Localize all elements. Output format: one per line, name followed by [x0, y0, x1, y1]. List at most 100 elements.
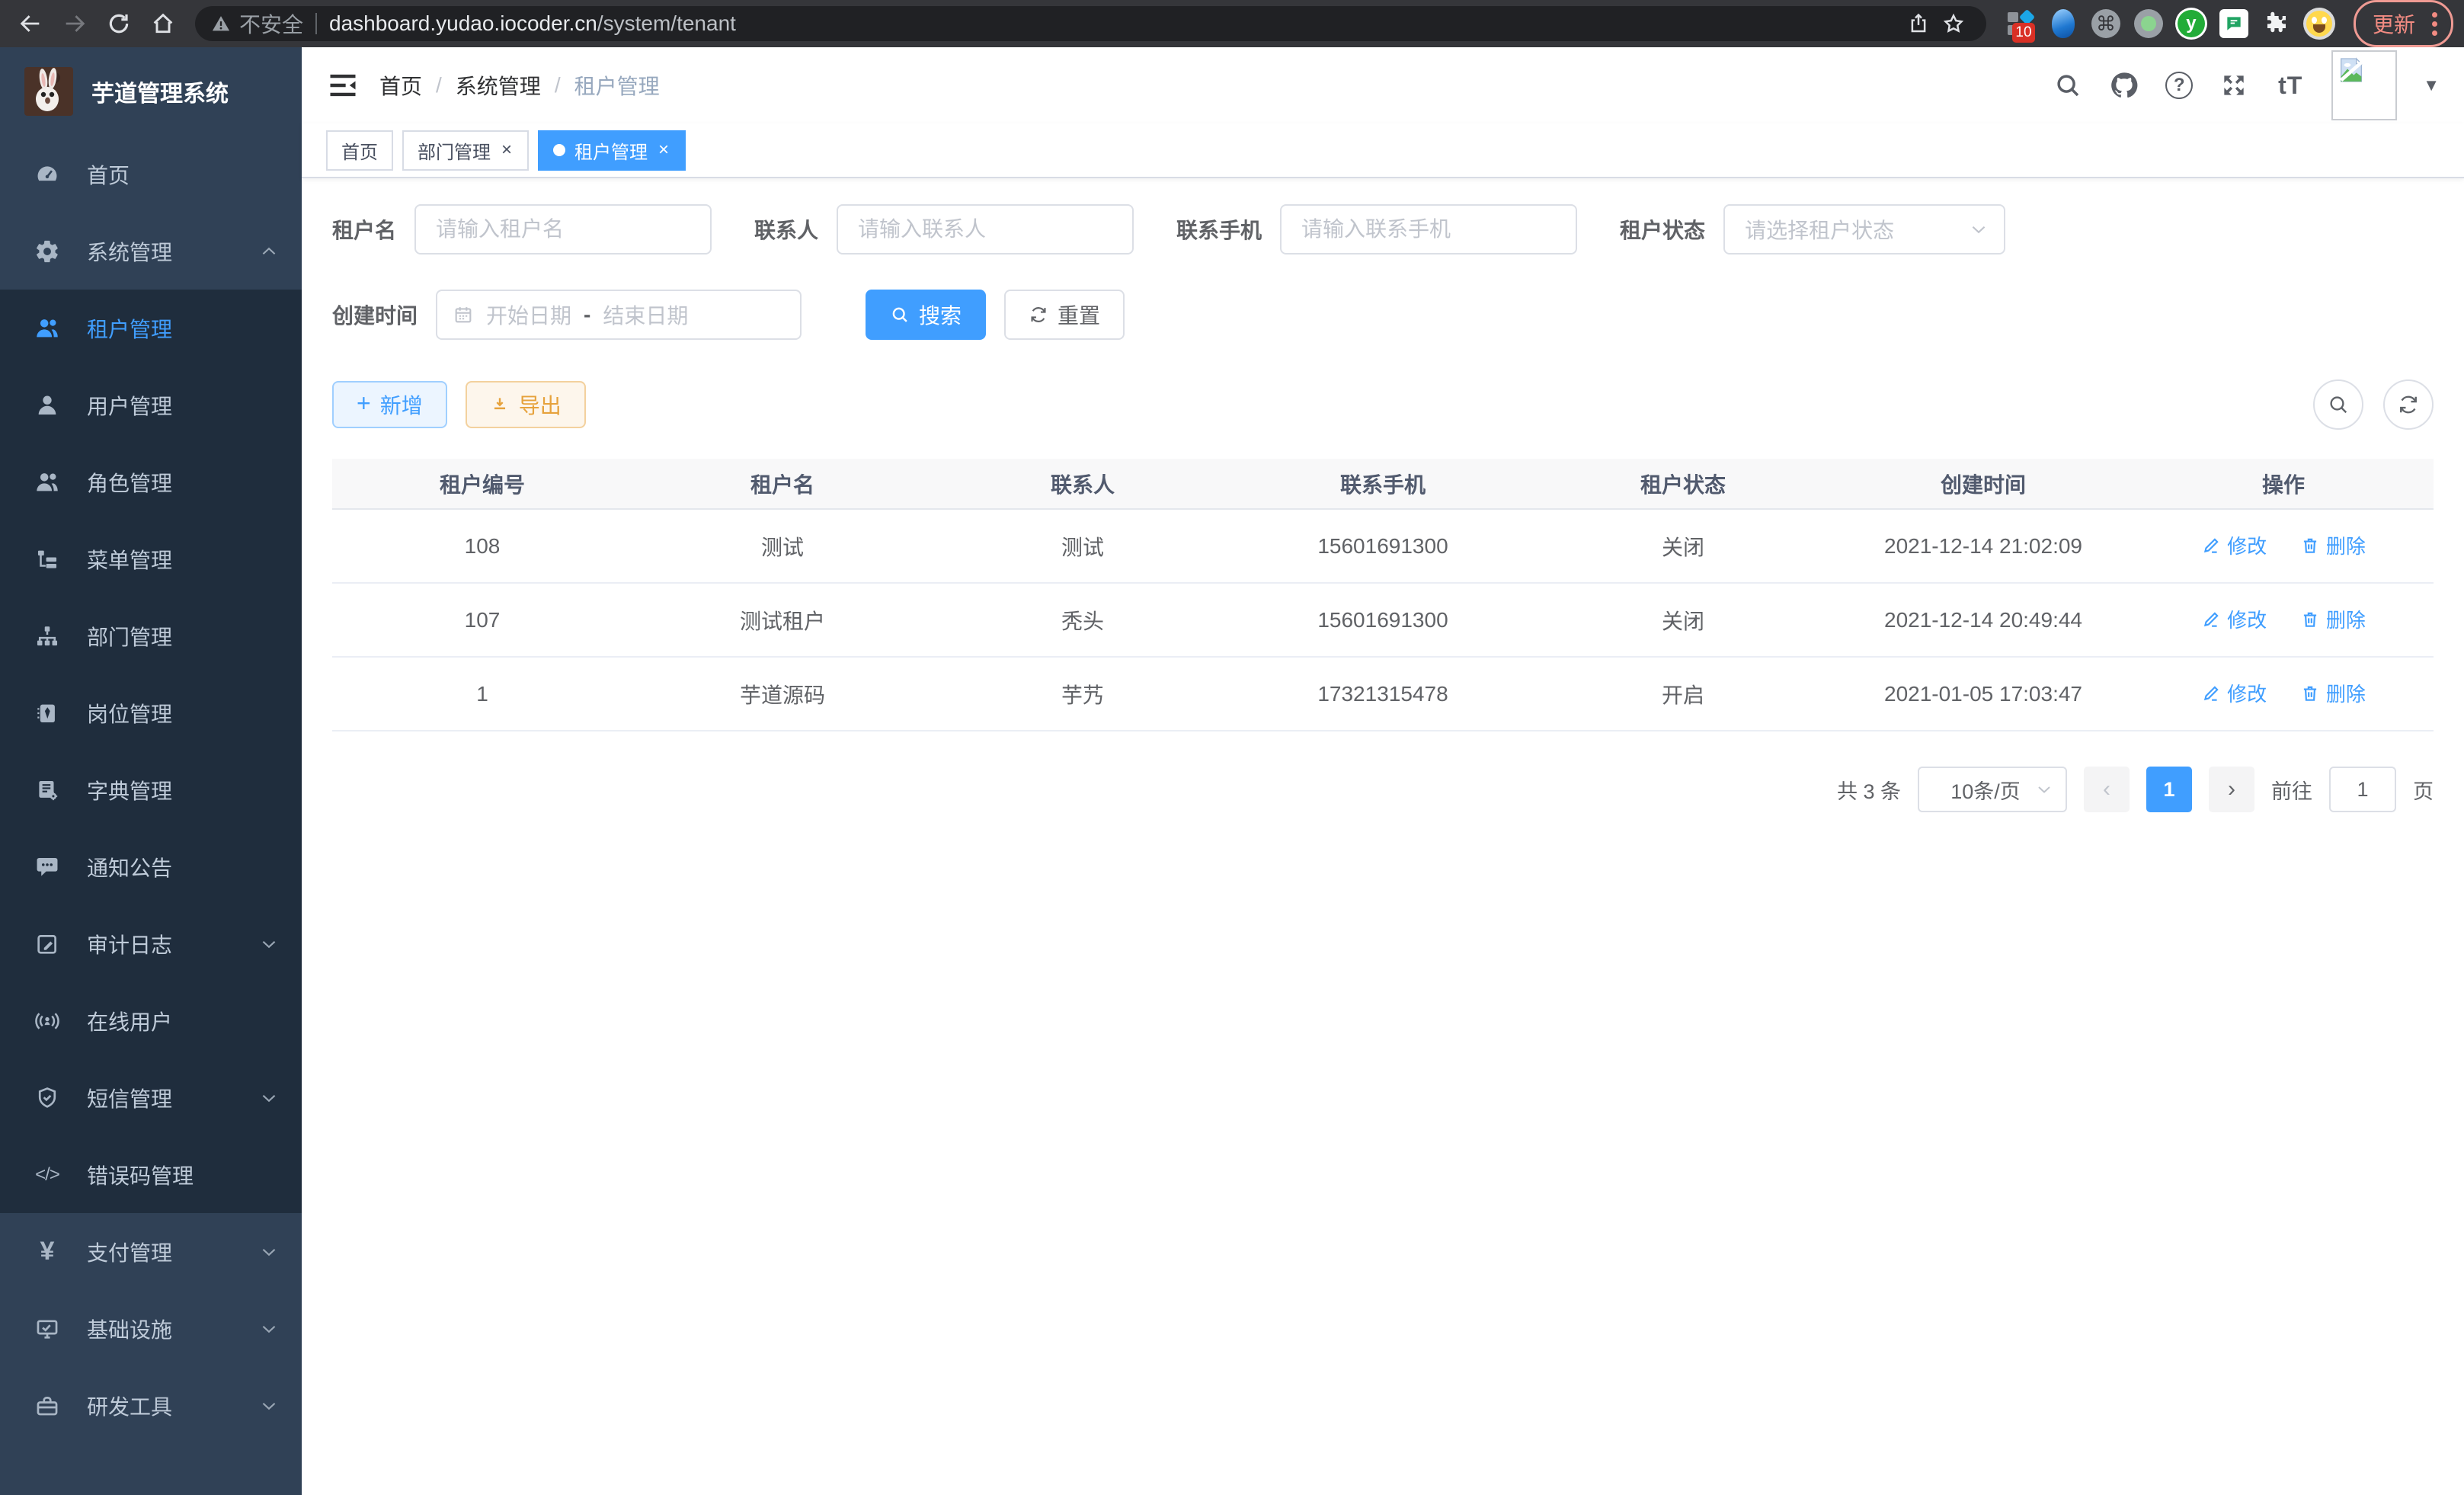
next-page-icon[interactable]	[2209, 767, 2254, 812]
cell-actions: 修改 删除	[2133, 657, 2434, 731]
tab-tenant[interactable]: 租户管理 ×	[538, 130, 686, 171]
gear-icon	[34, 238, 61, 265]
status-select[interactable]: 请选择租户状态	[1723, 204, 2005, 255]
goto-page-input[interactable]	[2329, 767, 2396, 812]
close-icon[interactable]: ×	[500, 141, 514, 159]
filter-tenant-name: 租户名	[332, 204, 712, 255]
extension-command-icon[interactable]	[2088, 6, 2123, 41]
search-button[interactable]: 搜索	[866, 290, 986, 340]
avatar[interactable]	[2331, 50, 2397, 120]
org-chart-icon	[34, 623, 61, 650]
breadcrumb-system[interactable]: 系统管理	[456, 70, 541, 101]
tab-label: 部门管理	[418, 137, 491, 164]
online-signal-icon	[34, 1007, 61, 1035]
broken-image-icon	[2336, 55, 2366, 85]
mobile-input[interactable]	[1280, 204, 1577, 255]
browser-menu-icon[interactable]	[2426, 12, 2443, 36]
delete-link[interactable]: 删除	[2300, 679, 2366, 707]
show-search-icon[interactable]	[2313, 379, 2363, 430]
filter-status: 租户状态 请选择租户状态	[1620, 204, 2005, 255]
breadcrumb-home[interactable]: 首页	[379, 70, 422, 101]
font-size-icon[interactable]	[2275, 70, 2306, 101]
browser-reload-icon[interactable]	[99, 4, 139, 43]
chevron-down-icon	[259, 934, 279, 954]
sidebar-item-pay[interactable]: 支付管理	[0, 1213, 302, 1290]
chevron-down-icon	[1969, 219, 1989, 239]
browser-update-button[interactable]: 更新	[2354, 0, 2453, 47]
sidebar-item-notice[interactable]: 通知公告	[0, 828, 302, 905]
extension-y-icon[interactable]: y	[2174, 6, 2209, 41]
security-label[interactable]: 不安全	[239, 8, 303, 39]
help-icon[interactable]	[2165, 72, 2193, 99]
sidebar-item-label: 错误码管理	[87, 1160, 279, 1190]
edit-link[interactable]: 修改	[2201, 679, 2267, 707]
extension-tabs-icon[interactable]: 10	[2003, 6, 2038, 41]
trash-icon	[2300, 683, 2320, 703]
delete-link[interactable]: 删除	[2300, 531, 2366, 559]
col-header: 租户状态	[1533, 459, 1833, 509]
sidebar-item-online-users[interactable]: 在线用户	[0, 982, 302, 1059]
extension-emoji-icon[interactable]	[2302, 6, 2337, 41]
sidebar-item-system[interactable]: 系统管理	[0, 213, 302, 290]
github-icon[interactable]	[2109, 70, 2139, 101]
badge-tie-icon	[34, 699, 61, 727]
sidebar-item-dict[interactable]: 字典管理	[0, 751, 302, 828]
cell-mobile: 15601691300	[1233, 583, 1533, 657]
header-search-icon[interactable]	[2053, 70, 2083, 101]
add-button[interactable]: 新增	[332, 381, 447, 428]
extensions-puzzle-icon[interactable]	[2259, 6, 2294, 41]
contact-input[interactable]	[837, 204, 1134, 255]
tenant-name-input[interactable]	[414, 204, 712, 255]
cell-actions: 修改 删除	[2133, 509, 2434, 583]
extensions-row: 10 y	[2003, 6, 2337, 41]
sidebar-item-label: 用户管理	[87, 390, 279, 421]
browser-home-icon[interactable]	[143, 4, 183, 43]
cell-status: 开启	[1533, 657, 1833, 731]
sidebar-item-label: 研发工具	[87, 1391, 259, 1421]
date-separator: -	[584, 303, 590, 327]
page-size-select[interactable]: 10条/页	[1918, 767, 2067, 812]
sidebar-item-dept[interactable]: 部门管理	[0, 597, 302, 674]
warning-icon	[210, 13, 232, 34]
browser-back-icon[interactable]	[11, 4, 50, 43]
reset-button[interactable]: 重置	[1004, 290, 1125, 340]
bookmark-star-icon[interactable]	[1936, 6, 1971, 41]
chevron-up-icon	[259, 242, 279, 261]
url-bar[interactable]: 不安全 dashboard.yudao.iocoder.cn /system/t…	[195, 6, 1986, 41]
prev-page-icon[interactable]	[2084, 767, 2130, 812]
delete-link[interactable]: 删除	[2300, 605, 2366, 633]
sidebar-item-menu[interactable]: 菜单管理	[0, 520, 302, 597]
collapse-sidebar-icon[interactable]	[326, 69, 360, 102]
refresh-table-icon[interactable]	[2383, 379, 2434, 430]
close-icon[interactable]: ×	[657, 141, 670, 159]
sidebar-item-sms[interactable]: 短信管理	[0, 1059, 302, 1136]
sidebar-item-infra[interactable]: 基础设施	[0, 1290, 302, 1367]
tab-home[interactable]: 首页	[326, 130, 393, 171]
sidebar-item-devtools[interactable]: 研发工具	[0, 1367, 302, 1444]
sidebar-item-errcode[interactable]: 错误码管理	[0, 1136, 302, 1213]
date-range-picker[interactable]: 开始日期 - 结束日期	[436, 290, 802, 340]
download-icon	[490, 395, 510, 415]
avatar-caret-icon[interactable]	[2423, 75, 2440, 95]
sidebar-item-role[interactable]: 角色管理	[0, 443, 302, 520]
extension-badge: 10	[2012, 23, 2035, 43]
export-button[interactable]: 导出	[466, 381, 586, 428]
fullscreen-icon[interactable]	[2219, 70, 2249, 101]
share-icon[interactable]	[1901, 6, 1936, 41]
sidebar-item-home[interactable]: 首页	[0, 136, 302, 213]
edit-link[interactable]: 修改	[2201, 531, 2267, 559]
page-number-current[interactable]: 1	[2146, 767, 2192, 812]
extension-recorder-icon[interactable]	[2131, 6, 2166, 41]
tree-icon	[34, 546, 61, 573]
extension-balloon-icon[interactable]	[2046, 6, 2081, 41]
tab-dept[interactable]: 部门管理 ×	[402, 130, 529, 171]
sidebar-item-post[interactable]: 岗位管理	[0, 674, 302, 751]
edit-link[interactable]: 修改	[2201, 605, 2267, 633]
sidebar-item-audit-log[interactable]: 审计日志	[0, 905, 302, 982]
col-header: 操作	[2133, 459, 2434, 509]
app-logo-row[interactable]: 芋道管理系统	[0, 47, 302, 136]
sidebar-item-tenant[interactable]: 租户管理	[0, 290, 302, 367]
extension-chat-icon[interactable]	[2216, 6, 2251, 41]
calendar-icon	[453, 304, 474, 325]
sidebar-item-user[interactable]: 用户管理	[0, 367, 302, 443]
